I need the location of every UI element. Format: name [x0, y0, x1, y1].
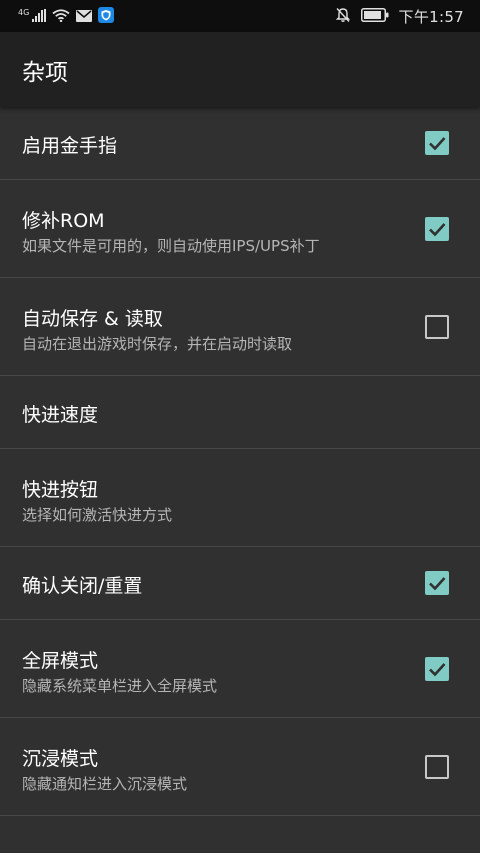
setting-title: 全屏模式 — [22, 650, 99, 672]
setting-title: 快进按钮 — [22, 479, 99, 501]
setting-subtitle: 隐藏系统菜单栏进入全屏模式 — [22, 677, 218, 695]
setting-fullscreen-mode[interactable]: 全屏模式 隐藏系统菜单栏进入全屏模式 — [0, 620, 480, 718]
status-right-icons: 下午1:57 — [335, 6, 464, 27]
page-title: 杂项 — [22, 60, 68, 86]
setting-title: 自动保存 & 读取 — [22, 308, 163, 330]
setting-subtitle: 选择如何激活快进方式 — [22, 506, 173, 524]
checkmark-icon — [429, 577, 446, 591]
setting-subtitle: 如果文件是可用的，则自动使用IPS/UPS补丁 — [22, 237, 320, 255]
checkmark-icon — [429, 223, 446, 237]
setting-title: 修补ROM — [22, 210, 105, 232]
app-bar: 杂项 — [0, 32, 480, 107]
status-bar: 4G 下午1:57 — [0, 0, 480, 32]
settings-list: 启用金手指 修补ROM 如果文件是可用的，则自动使用IPS/UPS补丁 自动保存… — [0, 107, 480, 816]
setting-title: 快进速度 — [22, 404, 99, 426]
wifi-icon — [52, 8, 70, 26]
patch-rom-checkbox[interactable] — [425, 217, 449, 241]
setting-subtitle: 隐藏通知栏进入沉浸模式 — [22, 775, 188, 793]
battery-icon — [360, 7, 389, 26]
confirm-close-reset-checkbox[interactable] — [425, 571, 449, 595]
setting-immersive-mode[interactable]: 沉浸模式 隐藏通知栏进入沉浸模式 — [0, 718, 480, 816]
immersive-mode-checkbox[interactable] — [425, 755, 449, 779]
status-time: 下午1:57 — [398, 8, 464, 26]
status-left-icons: 4G — [18, 7, 115, 27]
cell-signal-icon — [32, 8, 47, 26]
checkmark-icon — [429, 137, 446, 151]
setting-fast-forward-speed[interactable]: 快进速度 — [0, 376, 480, 449]
checkmark-icon — [429, 663, 446, 677]
fullscreen-mode-checkbox[interactable] — [425, 657, 449, 681]
notifications-off-icon — [335, 7, 351, 27]
network-type-label: 4G — [18, 8, 30, 17]
mail-icon — [76, 8, 93, 26]
setting-confirm-close-reset[interactable]: 确认关闭/重置 — [0, 547, 480, 620]
setting-title: 启用金手指 — [22, 135, 118, 157]
setting-auto-save-load[interactable]: 自动保存 & 读取 自动在退出游戏时保存，并在启动时读取 — [0, 278, 480, 376]
enable-cheats-checkbox[interactable] — [425, 131, 449, 155]
setting-patch-rom[interactable]: 修补ROM 如果文件是可用的，则自动使用IPS/UPS补丁 — [0, 180, 480, 278]
setting-subtitle: 自动在退出游戏时保存，并在启动时读取 — [22, 335, 293, 353]
setting-title: 确认关闭/重置 — [22, 575, 143, 597]
setting-enable-cheats[interactable]: 启用金手指 — [0, 107, 480, 180]
setting-fast-forward-button[interactable]: 快进按钮 选择如何激活快进方式 — [0, 449, 480, 547]
auto-save-load-checkbox[interactable] — [425, 315, 449, 339]
security-shield-icon — [98, 7, 115, 27]
setting-title: 沉浸模式 — [22, 748, 99, 770]
